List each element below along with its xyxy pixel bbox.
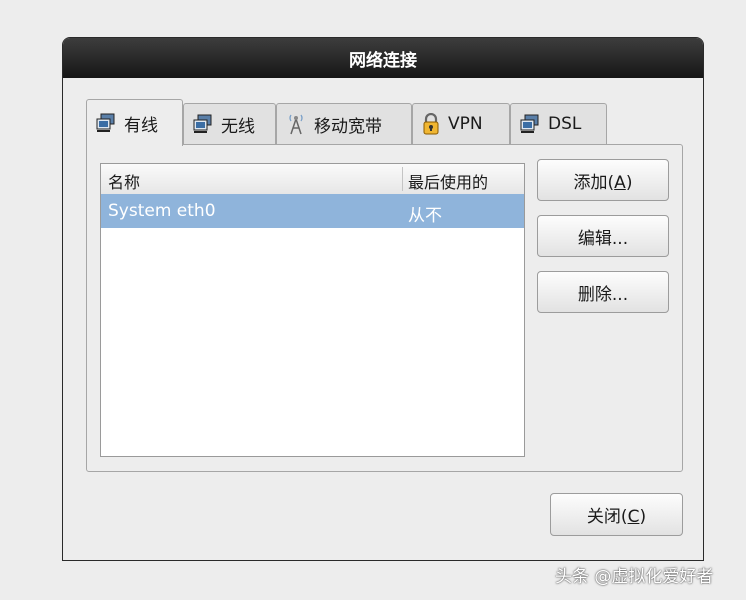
window-title: 网络连接 — [349, 50, 417, 71]
add-button-label: 添加(A) — [573, 172, 633, 193]
network-wired-icon — [96, 113, 116, 133]
column-header-name[interactable]: 名称 — [108, 169, 140, 193]
network-dsl-icon — [520, 114, 540, 134]
lock-icon — [422, 113, 440, 135]
tab-vpn[interactable]: VPN — [412, 103, 510, 144]
tab-vpn-label: VPN — [448, 114, 483, 134]
connection-last-used: 从不 — [408, 206, 442, 226]
tab-wireless[interactable]: 无线 — [183, 103, 276, 144]
connection-list[interactable]: 名称 最后使用的 System eth0 从不 — [100, 163, 525, 457]
watermark: 头条 @虚拟化爱好者 — [555, 567, 714, 587]
network-connections-window: 网络连接 有线 无线 移动宽带 VPN DSL 名称 最后使用的 System … — [62, 37, 704, 561]
tab-wired[interactable]: 有线 — [86, 99, 183, 146]
antenna-icon — [286, 113, 306, 135]
tab-wired-label: 有线 — [124, 115, 158, 136]
tab-mobile-broadband-label: 移动宽带 — [314, 116, 382, 137]
column-divider[interactable] — [402, 167, 403, 191]
list-header: 名称 最后使用的 — [101, 164, 524, 195]
tab-dsl[interactable]: DSL — [510, 103, 607, 144]
column-header-last-used[interactable]: 最后使用的 — [408, 169, 488, 193]
connection-name: System eth0 — [108, 201, 216, 221]
table-row[interactable]: System eth0 从不 — [101, 194, 524, 228]
add-button[interactable]: 添加(A) — [537, 159, 669, 201]
tab-mobile-broadband[interactable]: 移动宽带 — [276, 103, 412, 144]
edit-button-label: 编辑... — [577, 228, 629, 249]
tab-dsl-label: DSL — [548, 114, 582, 134]
wired-tab-panel: 名称 最后使用的 System eth0 从不 添加(A) 编辑... 删除..… — [86, 144, 683, 472]
network-wireless-icon — [193, 114, 213, 134]
close-button[interactable]: 关闭(C) — [550, 493, 683, 536]
edit-button[interactable]: 编辑... — [537, 215, 669, 257]
window-titlebar[interactable]: 网络连接 — [63, 38, 703, 78]
delete-button[interactable]: 删除... — [537, 271, 669, 313]
delete-button-label: 删除... — [577, 284, 629, 305]
tab-wireless-label: 无线 — [221, 116, 255, 137]
close-button-label: 关闭(C) — [586, 507, 647, 527]
